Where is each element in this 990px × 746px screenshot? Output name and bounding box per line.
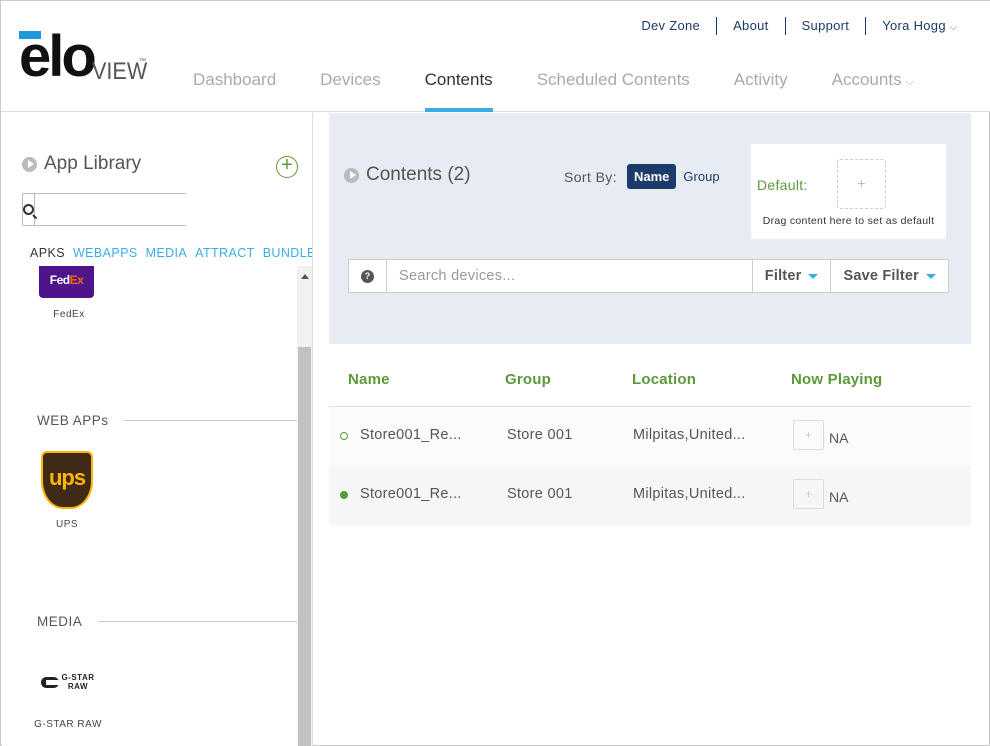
tab-activity[interactable]: Activity — [712, 67, 810, 112]
status-online-icon — [340, 491, 348, 499]
library-scrollbar[interactable] — [297, 266, 312, 746]
chevron-down-icon: ⌵ — [905, 76, 914, 88]
sort-by-group-button[interactable]: Group — [676, 164, 726, 189]
column-header-name[interactable]: Name — [348, 371, 390, 388]
tab-contents[interactable]: Contents — [403, 67, 515, 112]
elo-view-logo[interactable]: elo VIEW ™ — [19, 24, 149, 89]
devices-table: Name Group Location Now Playing Store001… — [329, 346, 971, 525]
library-tab-webapps[interactable]: WEBAPPS — [73, 246, 138, 260]
app-library-title: App Library — [44, 153, 142, 174]
device-search-input[interactable] — [387, 260, 752, 292]
caret-down-icon — [926, 273, 936, 279]
library-tabs: APKS WEBAPPS MEDIA ATTRACT BUNDLE — [30, 246, 312, 260]
app-item-label: UPS — [55, 519, 79, 530]
default-hint: Drag content here to set as default — [762, 215, 935, 227]
trademark-mark: ™ — [139, 58, 146, 65]
status-offline-icon — [340, 432, 348, 440]
app-library-sidebar: App Library + APKS WEBAPPS MEDIA ATTRACT… — [2, 113, 313, 746]
tab-devices[interactable]: Devices — [298, 67, 402, 112]
search-button[interactable] — [23, 194, 35, 225]
chevron-down-icon: ⌵ — [949, 21, 957, 32]
top-utility-nav: Dev Zone About Support Yora Hogg ⌵ — [625, 17, 957, 35]
section-divider — [98, 621, 297, 622]
default-content-dropzone[interactable]: Default: + Drag content here to set as d… — [751, 144, 946, 239]
save-filter-label: Save Filter — [843, 268, 919, 284]
about-link[interactable]: About — [717, 17, 786, 35]
user-name: Yora Hogg — [882, 17, 946, 33]
device-group: Store 001 — [507, 427, 573, 443]
section-divider — [124, 420, 297, 421]
main-nav: Dashboard Devices Contents Scheduled Con… — [171, 67, 936, 112]
tab-scheduled-contents[interactable]: Scheduled Contents — [515, 67, 712, 112]
save-filter-dropdown-button[interactable]: Save Filter — [830, 260, 948, 292]
user-menu[interactable]: Yora Hogg ⌵ — [866, 17, 957, 36]
now-playing-value: NA — [829, 430, 849, 446]
now-playing-thumbnail[interactable]: + — [793, 420, 824, 450]
app-item-ups[interactable]: ups UPS — [38, 451, 96, 530]
search-help-button[interactable]: ? — [349, 260, 387, 292]
device-group: Store 001 — [507, 486, 573, 502]
device-name[interactable]: Store001_Re... — [360, 427, 462, 443]
app-library-header[interactable]: App Library — [22, 153, 141, 175]
default-label: Default: — [757, 177, 808, 193]
section-heading-media: MEDIA — [37, 614, 83, 629]
library-search-input[interactable] — [35, 194, 224, 225]
column-header-group[interactable]: Group — [505, 371, 551, 388]
library-list[interactable]: FedEx FedEx WEB APPs ups UPS MEDIA G-STA… — [2, 266, 297, 746]
library-tab-apks[interactable]: APKS — [30, 246, 65, 260]
tab-accounts-label: Accounts — [831, 70, 902, 89]
library-tab-media[interactable]: MEDIA — [146, 246, 188, 260]
column-header-now-playing[interactable]: Now Playing — [791, 371, 882, 388]
filter-label: Filter — [764, 268, 802, 284]
column-header-location[interactable]: Location — [632, 371, 696, 388]
now-playing-value: NA — [829, 489, 849, 505]
library-tab-attract[interactable]: ATTRACT — [195, 246, 255, 260]
table-body: Store001_Re... Store 001 Milpitas,United… — [329, 407, 971, 525]
library-search — [22, 193, 224, 226]
support-link[interactable]: Support — [786, 17, 867, 35]
ups-logo-icon: ups — [41, 451, 93, 509]
device-name[interactable]: Store001_Re... — [360, 486, 462, 502]
collapse-play-icon — [344, 167, 359, 183]
header: elo VIEW ™ Dev Zone About Support Yora H… — [1, 1, 990, 112]
plus-icon: + — [857, 175, 866, 191]
app-item-label: G-STAR RAW — [34, 719, 102, 730]
device-location: Milpitas,United... — [633, 486, 746, 502]
contents-title: Contents (2) — [366, 164, 471, 185]
table-row[interactable]: Store001_Re... Store 001 Milpitas,United… — [329, 466, 971, 525]
sort-by-label: Sort By: — [564, 168, 617, 185]
scroll-up-icon[interactable] — [301, 274, 309, 279]
caret-down-icon — [808, 273, 819, 279]
now-playing-thumbnail[interactable]: + — [793, 479, 824, 509]
collapse-play-icon — [22, 156, 37, 172]
section-heading-webapps: WEB APPs — [37, 413, 109, 428]
app-item-gstar[interactable]: G-STAR RAW G-STAR RAW — [28, 673, 108, 730]
fedex-logo-icon: FedEx — [39, 266, 94, 298]
app-item-fedex[interactable]: FedEx FedEx — [39, 266, 99, 320]
device-search-bar: ? Filter Save Filter — [348, 259, 949, 293]
device-location: Milpitas,United... — [633, 427, 746, 443]
dev-zone-link[interactable]: Dev Zone — [625, 17, 718, 35]
gstar-logo-icon: G-STAR RAW — [28, 673, 108, 691]
app-window: elo VIEW ™ Dev Zone About Support Yora H… — [0, 0, 990, 746]
default-drop-target[interactable]: + — [837, 159, 886, 209]
table-header: Name Group Location Now Playing — [329, 346, 971, 407]
library-tab-bundle[interactable]: BUNDLE — [263, 246, 312, 260]
tab-accounts[interactable]: Accounts ⌵ — [810, 67, 936, 112]
sort-by-name-button[interactable]: Name — [627, 164, 677, 189]
scrollbar-thumb[interactable] — [298, 347, 311, 746]
sort-by-control: Sort By: Name Group — [564, 164, 727, 189]
table-row[interactable]: Store001_Re... Store 001 Milpitas,United… — [329, 407, 971, 466]
search-icon — [23, 204, 34, 215]
logo-elo-text: elo — [19, 24, 97, 89]
contents-header[interactable]: Contents (2) — [344, 164, 471, 186]
filter-dropdown-button[interactable]: Filter — [751, 260, 831, 292]
app-item-label: FedEx — [53, 309, 85, 320]
question-icon: ? — [361, 269, 374, 283]
tab-dashboard[interactable]: Dashboard — [171, 67, 298, 112]
contents-panel: Contents (2) Sort By: Name Group Default… — [329, 113, 971, 344]
add-app-icon[interactable]: + — [276, 155, 298, 178]
